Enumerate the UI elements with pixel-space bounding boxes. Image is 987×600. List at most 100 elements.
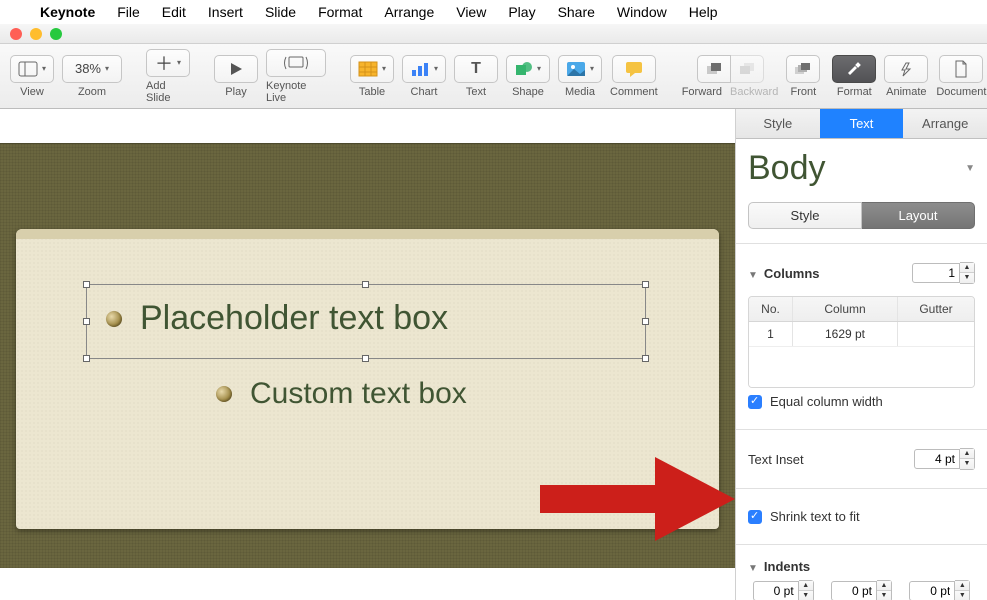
format-button[interactable] (832, 55, 876, 83)
tab-arrange[interactable]: Arrange (903, 109, 987, 138)
play-button[interactable] (214, 55, 258, 83)
menu-arrange[interactable]: Arrange (384, 4, 434, 20)
app-name[interactable]: Keynote (40, 4, 95, 20)
shape-label: Shape (512, 86, 544, 98)
comment-icon (625, 61, 643, 77)
chart-button[interactable]: ▾ (402, 55, 446, 83)
menu-format[interactable]: Format (318, 4, 362, 20)
table-button[interactable]: ▾ (350, 55, 394, 83)
menu-help[interactable]: Help (689, 4, 718, 20)
placeholder-text-box[interactable]: Placeholder text box (106, 299, 448, 338)
step-down-icon[interactable]: ▼ (960, 273, 974, 283)
seg-layout[interactable]: Layout (862, 202, 975, 229)
shrink-text-label: Shrink text to fit (770, 509, 860, 524)
resize-handle[interactable] (83, 281, 90, 288)
resize-handle[interactable] (642, 281, 649, 288)
cell-column: 1629 pt (793, 322, 898, 346)
media-button[interactable]: ▾ (558, 55, 602, 83)
tab-style[interactable]: Style (736, 109, 820, 138)
col-header-no: No. (749, 297, 793, 321)
tab-text[interactable]: Text (820, 109, 904, 138)
indent-right-stepper[interactable]: ▲▼ (909, 580, 970, 600)
layer-front-icon (794, 62, 812, 76)
table-label: Table (359, 86, 385, 98)
resize-handle[interactable] (362, 355, 369, 362)
menu-window[interactable]: Window (617, 4, 667, 20)
menu-share[interactable]: Share (558, 4, 595, 20)
menu-play[interactable]: Play (508, 4, 535, 20)
resize-handle[interactable] (642, 318, 649, 325)
text-inset-label: Text Inset (748, 452, 804, 467)
close-icon[interactable] (10, 28, 22, 40)
zoom-icon[interactable] (50, 28, 62, 40)
columns-input[interactable] (912, 263, 960, 283)
step-up-icon[interactable]: ▲ (960, 263, 974, 273)
chart-label: Chart (411, 86, 438, 98)
col-header-gutter: Gutter (898, 297, 974, 321)
indent-right-input[interactable] (909, 581, 955, 600)
format-label: Format (837, 86, 872, 98)
resize-handle[interactable] (362, 281, 369, 288)
text-button[interactable]: T (454, 55, 498, 83)
shape-button[interactable]: ▾ (506, 55, 550, 83)
minimize-icon[interactable] (30, 28, 42, 40)
table-icon (358, 61, 378, 77)
menu-edit[interactable]: Edit (162, 4, 186, 20)
media-label: Media (565, 86, 595, 98)
paper-shape[interactable]: Placeholder text box Custom text box (16, 229, 719, 529)
cell-gutter (898, 322, 974, 346)
indent-first-input[interactable] (753, 581, 799, 600)
menu-slide[interactable]: Slide (265, 4, 296, 20)
slide-background: Placeholder text box Custom text box (0, 143, 735, 568)
resize-handle[interactable] (83, 318, 90, 325)
equal-column-width-label: Equal column width (770, 394, 883, 409)
keynote-live-label: Keynote Live (266, 80, 326, 104)
comment-button[interactable] (612, 55, 656, 83)
menu-file[interactable]: File (117, 4, 140, 20)
front-button[interactable] (786, 55, 820, 83)
indent-left-stepper[interactable]: ▲▼ (831, 580, 892, 600)
text-inset-input[interactable] (914, 449, 960, 469)
chart-icon (410, 61, 430, 77)
text-label: Text (466, 86, 486, 98)
resize-handle[interactable] (83, 355, 90, 362)
format-inspector: Style Text Arrange Body ▼ Style Layout ▼… (735, 109, 987, 600)
equal-column-width-checkbox[interactable] (748, 395, 762, 409)
paragraph-style-dropdown[interactable]: Body ▼ (748, 149, 975, 188)
disclosure-triangle-icon[interactable]: ▼ (748, 563, 758, 574)
step-up-icon[interactable]: ▲ (960, 449, 974, 459)
disclosure-triangle-icon[interactable]: ▼ (748, 270, 758, 281)
document-button[interactable] (939, 55, 983, 83)
keynote-live-button[interactable] (266, 49, 326, 77)
add-slide-button[interactable]: ＋▾ (146, 49, 190, 77)
layer-backward-icon (738, 62, 756, 76)
seg-style[interactable]: Style (748, 202, 862, 229)
animate-icon (896, 61, 916, 77)
custom-text-box[interactable]: Custom text box (216, 377, 467, 411)
shape-icon (515, 61, 533, 77)
bullet-icon (216, 386, 232, 402)
indents-label: Indents (764, 559, 810, 574)
step-down-icon[interactable]: ▼ (960, 459, 974, 469)
text-inset-stepper[interactable]: ▲▼ (914, 448, 975, 470)
slide-canvas[interactable]: Placeholder text box Custom text box (0, 109, 735, 600)
menu-view[interactable]: View (456, 4, 486, 20)
zoom-dropdown[interactable]: 38%▾ (62, 55, 122, 83)
menu-insert[interactable]: Insert (208, 4, 243, 20)
placeholder-text: Placeholder text box (140, 299, 448, 338)
indent-first-stepper[interactable]: ▲▼ (753, 580, 814, 600)
view-label: View (20, 86, 44, 98)
resize-handle[interactable] (642, 355, 649, 362)
shrink-text-checkbox[interactable] (748, 510, 762, 524)
view-button[interactable]: ▾ (10, 55, 54, 83)
backward-button[interactable] (730, 55, 764, 83)
media-icon (566, 61, 586, 77)
window-titlebar (0, 24, 987, 44)
indent-left-input[interactable] (831, 581, 877, 600)
front-label: Front (790, 86, 816, 98)
columns-stepper[interactable]: ▲▼ (912, 262, 975, 284)
animate-button[interactable] (884, 55, 928, 83)
forward-button[interactable] (697, 55, 731, 83)
table-row[interactable]: 1 1629 pt (749, 322, 974, 347)
play-label: Play (225, 86, 246, 98)
